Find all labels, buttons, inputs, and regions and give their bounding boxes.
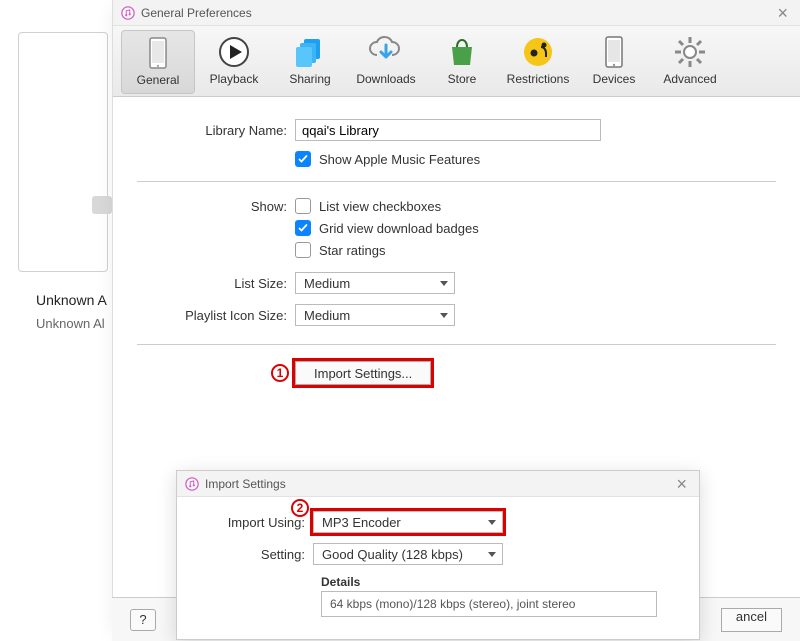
- store-icon: [425, 34, 499, 70]
- apple-music-row: Show Apple Music Features: [137, 151, 776, 167]
- import-window-title: Import Settings: [205, 477, 286, 491]
- tab-label: Restrictions: [501, 72, 575, 86]
- album-name: Unknown Al: [36, 316, 105, 331]
- phone-icon: [122, 35, 194, 71]
- library-name-row: Library Name:: [137, 119, 776, 141]
- divider: [137, 181, 776, 182]
- annotation-marker-1: 1: [271, 364, 289, 382]
- tab-downloads[interactable]: Downloads: [349, 30, 423, 94]
- tab-restrictions[interactable]: Restrictions: [501, 30, 575, 94]
- setting-label: Setting:: [197, 547, 313, 562]
- itunes-icon: [185, 477, 199, 491]
- list-view-checkboxes-checkbox[interactable]: [295, 198, 311, 214]
- tab-sharing[interactable]: Sharing: [273, 30, 347, 94]
- close-icon[interactable]: ×: [773, 4, 792, 22]
- preferences-toolbar: General Playback Sharing Downloads: [113, 26, 800, 97]
- import-settings-button[interactable]: Import Settings...: [295, 361, 431, 385]
- restrictions-icon: [501, 34, 575, 70]
- gear-icon: [653, 34, 727, 70]
- show-row-1: Show: List view checkboxes: [137, 198, 776, 214]
- titlebar: General Preferences ×: [113, 0, 800, 26]
- playlist-icon-size-select[interactable]: Medium: [295, 304, 455, 326]
- show-label: Show:: [137, 199, 295, 214]
- show-apple-music-label: Show Apple Music Features: [319, 152, 480, 167]
- import-settings-row: 1 Import Settings...: [137, 361, 776, 385]
- tab-store[interactable]: Store: [425, 30, 499, 94]
- details-label: Details: [197, 575, 679, 589]
- preferences-body: Library Name: Show Apple Music Features …: [113, 97, 800, 417]
- list-size-row: List Size: Medium: [137, 272, 776, 294]
- tab-label: Store: [425, 72, 499, 86]
- details-box: 64 kbps (mono)/128 kbps (stereo), joint …: [321, 591, 657, 617]
- details-text: 64 kbps (mono)/128 kbps (stereo), joint …: [330, 597, 575, 611]
- tab-general[interactable]: General: [121, 30, 195, 94]
- divider: [137, 344, 776, 345]
- import-body: 2 Import Using: MP3 Encoder Setting: Goo…: [177, 497, 699, 617]
- import-using-label: 2 Import Using:: [197, 515, 313, 530]
- tab-label: Playback: [197, 72, 271, 86]
- library-name-label: Library Name:: [137, 123, 295, 138]
- album-art-placeholder: [92, 196, 112, 214]
- star-ratings-label: Star ratings: [319, 243, 385, 258]
- grid-view-badges-checkbox[interactable]: [295, 220, 311, 236]
- setting-row: Setting: Good Quality (128 kbps): [197, 543, 679, 565]
- list-size-label: List Size:: [137, 276, 295, 291]
- cancel-button[interactable]: ancel: [721, 608, 782, 632]
- tab-label: Devices: [577, 72, 651, 86]
- show-row-3: Star ratings: [137, 242, 776, 258]
- list-size-value: Medium: [304, 276, 350, 291]
- annotation-marker-2: 2: [291, 499, 309, 517]
- tab-label: Sharing: [273, 72, 347, 86]
- help-button[interactable]: ?: [130, 609, 156, 631]
- library-name-input[interactable]: [295, 119, 601, 141]
- show-row-2: Grid view download badges: [137, 220, 776, 236]
- download-cloud-icon: [349, 34, 423, 70]
- tab-label: Downloads: [349, 72, 423, 86]
- play-icon: [197, 34, 271, 70]
- setting-value: Good Quality (128 kbps): [322, 547, 463, 562]
- window-title: General Preferences: [141, 6, 252, 20]
- artist-name: Unknown A: [36, 292, 107, 308]
- tab-label: Advanced: [653, 72, 727, 86]
- tab-devices[interactable]: Devices: [577, 30, 651, 94]
- playlist-icon-size-row: Playlist Icon Size: Medium: [137, 304, 776, 326]
- grid-view-badges-label: Grid view download badges: [319, 221, 479, 236]
- star-ratings-checkbox[interactable]: [295, 242, 311, 258]
- import-settings-window: Import Settings × 2 Import Using: MP3 En…: [176, 470, 700, 640]
- itunes-icon: [121, 6, 135, 20]
- playlist-icon-size-value: Medium: [304, 308, 350, 323]
- album-card: [18, 32, 108, 272]
- setting-select[interactable]: Good Quality (128 kbps): [313, 543, 503, 565]
- sharing-icon: [273, 34, 347, 70]
- close-icon[interactable]: ×: [672, 475, 691, 493]
- import-using-select[interactable]: MP3 Encoder: [313, 511, 503, 533]
- devices-icon: [577, 34, 651, 70]
- import-using-value: MP3 Encoder: [322, 515, 401, 530]
- playlist-icon-size-label: Playlist Icon Size:: [137, 308, 295, 323]
- list-view-checkboxes-label: List view checkboxes: [319, 199, 441, 214]
- tab-label: General: [122, 73, 194, 87]
- tab-advanced[interactable]: Advanced: [653, 30, 727, 94]
- import-settings-button-label: Import Settings...: [314, 366, 412, 381]
- import-using-row: 2 Import Using: MP3 Encoder: [197, 511, 679, 533]
- show-apple-music-checkbox[interactable]: [295, 151, 311, 167]
- import-titlebar: Import Settings ×: [177, 471, 699, 497]
- list-size-select[interactable]: Medium: [295, 272, 455, 294]
- tab-playback[interactable]: Playback: [197, 30, 271, 94]
